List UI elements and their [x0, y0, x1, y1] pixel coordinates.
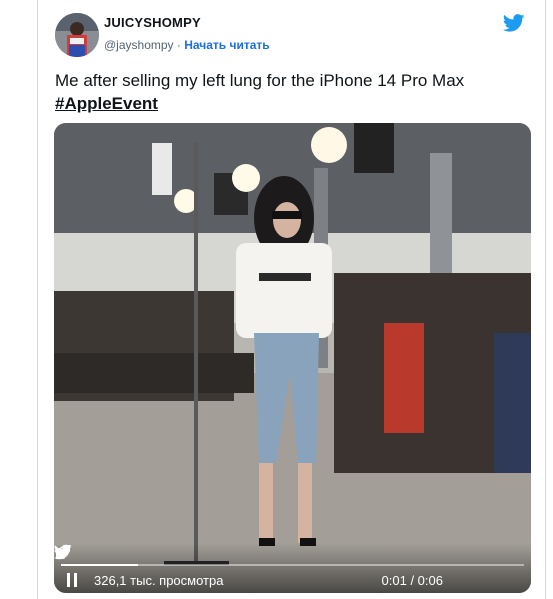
pause-icon[interactable]: [67, 573, 79, 587]
follow-link[interactable]: Начать читать: [184, 38, 269, 52]
video-time: 0:01 / 0:06: [381, 573, 443, 588]
twitter-logo-icon[interactable]: [503, 14, 525, 32]
tweet-text: Me after selling my left lung for the iP…: [55, 69, 535, 115]
user-block: JUICYSHOMPY @jayshompy · Начать читать: [104, 15, 270, 54]
hashtag-link[interactable]: #AppleEvent: [55, 92, 535, 115]
display-name[interactable]: JUICYSHOMPY: [104, 15, 270, 31]
avatar-image: [55, 13, 99, 57]
handle-row: @jayshompy · Начать читать: [104, 36, 270, 54]
video-controls: 326,1 тыс. просмотра 0:01 / 0:06: [54, 543, 531, 593]
video-frame: [54, 123, 531, 593]
avatar[interactable]: [55, 13, 99, 57]
video-player[interactable]: 326,1 тыс. просмотра 0:01 / 0:06: [54, 123, 531, 593]
view-count: 326,1 тыс. просмотра: [94, 573, 224, 588]
progress-bar[interactable]: [61, 564, 524, 566]
fullscreen-icon[interactable]: [54, 543, 72, 561]
progress-fill: [61, 564, 139, 566]
tweet-body: Me after selling my left lung for the iP…: [55, 71, 465, 90]
tweet-card[interactable]: JUICYSHOMPY @jayshompy · Начать читать M…: [37, 0, 546, 599]
user-handle[interactable]: @jayshompy: [104, 38, 174, 52]
separator-dot: ·: [176, 38, 181, 52]
